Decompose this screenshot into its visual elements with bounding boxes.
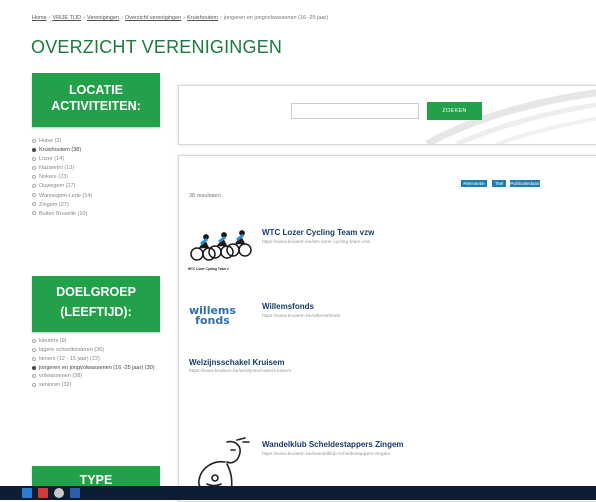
radio-icon (32, 193, 36, 198)
result-title[interactable]: Willemsfonds (262, 302, 314, 311)
radio-icon (32, 174, 36, 179)
radio-selected-icon (32, 365, 36, 370)
breadcrumb-kruishoutem[interactable]: Kruishoutem (187, 15, 218, 21)
sort-title-button[interactable]: Titel (492, 180, 506, 187)
radio-selected-icon (32, 147, 36, 152)
facet-zingem[interactable]: Zingem (27) (32, 201, 164, 210)
facet-label: Wannegem-Lede (14) (39, 192, 93, 199)
facet-label: Nokere (23) (39, 174, 69, 181)
facet-nokere[interactable]: Nokere (23) (32, 173, 164, 182)
breadcrumb-separator: › (48, 15, 51, 21)
locatie-heading: LOCATIE ACTIVITEITEN: (32, 73, 160, 127)
breadcrumb-vrije-tijd[interactable]: VRIJE TIJD (53, 15, 82, 21)
facet-nazaretm[interactable]: Nazaretm (13) (32, 164, 164, 173)
facet-label: Kruishoutem (38) (39, 147, 82, 154)
doelgroep-heading-line1: DOELGROEP (56, 285, 136, 299)
doelgroep-heading-line2: (LEEFTIJD): (60, 305, 132, 319)
radio-icon (32, 184, 36, 189)
radio-icon (32, 338, 36, 343)
sort-relevance-button[interactable]: Relevantie (461, 180, 487, 187)
radio-icon (32, 156, 36, 161)
radio-icon (32, 138, 36, 143)
facet-kruishoutem[interactable]: Kruishoutem (38) (32, 146, 164, 155)
breadcrumb: Home › VRIJE TIJD › Verenigingen › Overzicht v… (32, 15, 328, 21)
doelgroep-facet-list: kleuters (9) lagere schoolkinderen (36) … (32, 337, 164, 390)
facet-label: senioren (32) (39, 382, 72, 389)
facet-label: jongeren en jongvolwassenen (16 -25 jaar… (39, 365, 155, 372)
start-icon[interactable] (22, 488, 32, 498)
facet-jongeren[interactable]: jongeren en jongvolwassenen (16 -25 jaar… (32, 364, 156, 372)
facet-buiten[interactable]: Buiten Bruxelle (10) (32, 210, 164, 219)
facet-label: volwassenen (38) (39, 373, 83, 380)
result-url[interactable]: https://www.kruisem.be/willemsfonds (262, 314, 340, 319)
sort-date-button[interactable]: Publicatiedatum (510, 180, 542, 187)
breadcrumb-verenigingen[interactable]: Verenigingen (87, 15, 119, 21)
radio-icon (32, 347, 36, 352)
breadcrumb-separator: › (121, 15, 123, 21)
radio-icon (32, 165, 36, 170)
radio-icon (32, 211, 36, 216)
radio-icon (32, 202, 36, 207)
facet-label: Huise (2) (39, 138, 62, 144)
facet-label: Buiten Bruxelle (10) (39, 210, 88, 217)
facet-volwassenen[interactable]: volwassenen (38) (32, 372, 164, 381)
breadcrumb-current: jongeren en jongvolwassenen (16 -25 jaar… (223, 15, 329, 21)
result-title[interactable]: Welzijnsschakel Kruisem (189, 358, 284, 367)
facet-label: tieners (12 - 15 jaar) (22) (39, 356, 100, 363)
facet-label: Zingem (27) (39, 201, 69, 208)
app-icon-blue[interactable] (70, 488, 80, 498)
facet-huise[interactable]: Huise (2) (32, 137, 164, 146)
result-url[interactable]: https://www.kruisem.be/wandelklub-scheld… (262, 452, 390, 457)
facet-lagere-schoolkinderen[interactable]: lagere schoolkinderen (36) (32, 346, 164, 355)
breadcrumb-home[interactable]: Home (32, 15, 47, 21)
result-url[interactable]: https://www.kruisem.be/wtc-lozer-cycling… (262, 240, 370, 245)
breadcrumb-separator: › (183, 15, 186, 21)
results-panel: Relevantie Titel Publicatiedatum 38 resu… (178, 155, 596, 502)
taskbar (0, 486, 596, 500)
radio-icon (32, 382, 36, 387)
breadcrumb-overzicht[interactable]: Overzicht verenigingen (125, 15, 181, 21)
facet-lozer[interactable]: Lozer (14) (32, 155, 164, 164)
breadcrumb-separator: › (219, 15, 222, 21)
page-title: OVERZICHT VERENIGINGEN (31, 37, 283, 57)
radio-icon (32, 373, 36, 378)
facet-label: kleuters (9) (39, 338, 67, 344)
app-icon-red[interactable] (38, 488, 48, 498)
willemsfonds-logo[interactable]: willems fonds (189, 305, 236, 327)
facet-ouwegem[interactable]: Ouwegem (27) (32, 182, 164, 191)
facet-tieners[interactable]: tieners (12 - 15 jaar) (22) (32, 355, 164, 364)
doelgroep-heading: DOELGROEP (LEEFTIJD): (32, 276, 160, 332)
result-count: 38 resultaten (189, 193, 221, 199)
locatie-heading-line1: LOCATIE (69, 83, 123, 97)
locatie-heading-line2: ACTIVITEITEN: (51, 99, 141, 113)
locatie-facet-list: Huise (2) Kruishoutem (38) Lozer (14) Na… (32, 137, 164, 219)
search-input[interactable] (291, 103, 419, 119)
logo-text-line2: fonds (195, 314, 230, 327)
facet-kleuters[interactable]: kleuters (9) (32, 337, 164, 346)
radio-icon (32, 356, 36, 361)
logo-caption: WTC Lozer Cycling Team v (188, 267, 229, 271)
browser-icon[interactable] (54, 488, 64, 498)
facet-label: lagere schoolkinderen (36) (39, 347, 105, 354)
result-title[interactable]: WTC Lozer Cycling Team vzw (262, 228, 374, 237)
result-title[interactable]: Wandelklub Scheldestappers Zingem (262, 440, 404, 449)
cycling-team-logo[interactable] (187, 224, 257, 270)
facet-label: Lozer (14) (39, 156, 65, 163)
facet-label: Nazaretm (13) (39, 165, 75, 172)
breadcrumb-separator: › (83, 15, 85, 21)
search-panel: ZOEKEN (178, 85, 596, 145)
search-button[interactable]: ZOEKEN (427, 102, 482, 120)
facet-senioren[interactable]: senioren (32) (32, 381, 164, 390)
result-url[interactable]: https://www.kruisem.be/welzijnsschakel-k… (189, 369, 291, 374)
facet-label: Ouwegem (27) (39, 183, 76, 190)
facet-wannegem-lede[interactable]: Wannegem-Lede (14) (32, 192, 164, 201)
